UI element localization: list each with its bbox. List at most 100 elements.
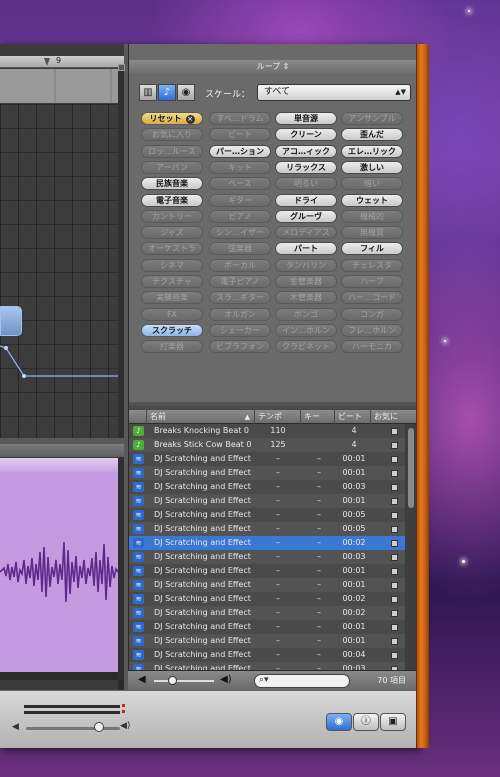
preview-volume-knob[interactable] bbox=[168, 676, 177, 685]
keyword-button[interactable]: グルーヴ bbox=[275, 209, 337, 223]
keyword-button[interactable]: パート bbox=[275, 242, 337, 256]
keyword-button[interactable]: メロディアス bbox=[275, 226, 337, 240]
keyword-button[interactable]: エレ…リック bbox=[341, 144, 403, 158]
keyword-button[interactable]: コンガ bbox=[341, 307, 403, 321]
region-header[interactable] bbox=[0, 458, 118, 472]
track-grid[interactable] bbox=[0, 104, 124, 438]
keyword-button[interactable]: イン…ホルン bbox=[275, 323, 337, 337]
table-row[interactable]: ≋ DJ Scratching and Effect – – 00:04 bbox=[129, 648, 405, 662]
table-row[interactable]: ≋ DJ Scratching and Effect – – 00:02 bbox=[129, 536, 405, 550]
keyword-button[interactable]: ギター bbox=[209, 193, 271, 207]
automation-point[interactable] bbox=[22, 374, 26, 378]
keyword-button[interactable]: 激しい bbox=[341, 160, 403, 174]
keyword-button[interactable]: アーバン bbox=[141, 160, 203, 174]
keyword-button[interactable]: 暗い bbox=[341, 177, 403, 191]
keyword-button[interactable]: 明るい bbox=[275, 177, 337, 191]
automation-point[interactable] bbox=[4, 346, 8, 350]
favorite-checkbox[interactable] bbox=[391, 512, 398, 519]
favorite-checkbox[interactable] bbox=[391, 568, 398, 575]
type-column-header[interactable] bbox=[129, 410, 147, 424]
key-column-header[interactable]: キー bbox=[301, 410, 335, 424]
table-row[interactable]: ≋ DJ Scratching and Effect – – 00:05 bbox=[129, 522, 405, 536]
playhead-marker[interactable] bbox=[44, 58, 50, 66]
keyword-button[interactable]: タンバリン bbox=[275, 258, 337, 272]
keyword-button[interactable]: シン…イザー bbox=[209, 226, 271, 240]
keyword-button[interactable]: キット bbox=[209, 160, 271, 174]
keyword-button[interactable]: アンサンブル bbox=[341, 112, 403, 125]
keyword-button[interactable]: テクスチャ bbox=[141, 275, 203, 288]
automation-curve[interactable] bbox=[0, 344, 124, 384]
keyword-button[interactable]: ピアノ bbox=[209, 209, 271, 223]
keyword-button[interactable]: FX bbox=[141, 307, 203, 321]
keyword-button[interactable]: チェレスタ bbox=[341, 258, 403, 272]
track-lane[interactable] bbox=[0, 69, 124, 103]
waveform-region[interactable] bbox=[0, 472, 119, 672]
keyword-button[interactable]: オルガン bbox=[209, 307, 271, 321]
favorite-checkbox[interactable] bbox=[391, 540, 398, 547]
keyword-button[interactable]: ロッ…ルース bbox=[141, 144, 203, 158]
editor-ruler[interactable] bbox=[0, 444, 124, 458]
keyword-button[interactable]: ビート bbox=[209, 128, 271, 142]
favorite-checkbox[interactable] bbox=[391, 638, 398, 645]
table-row[interactable]: ≋ DJ Scratching and Effect – – 00:01 bbox=[129, 578, 405, 592]
keyword-button[interactable]: お気に入り bbox=[141, 128, 203, 142]
favorite-checkbox[interactable] bbox=[391, 526, 398, 533]
keyword-button[interactable]: リラックス bbox=[275, 160, 337, 174]
preview-volume-slider[interactable] bbox=[154, 680, 214, 682]
keyword-button[interactable]: ハーモニカ bbox=[341, 340, 403, 354]
keyword-button[interactable]: ボーカル bbox=[209, 258, 271, 272]
keyword-button[interactable]: フレ…ホルン bbox=[341, 323, 403, 337]
keyword-button[interactable]: シネマ bbox=[141, 258, 203, 272]
track-editor[interactable] bbox=[0, 444, 124, 690]
keyword-button[interactable]: 実験音楽 bbox=[141, 291, 203, 305]
keyword-button[interactable]: 木管楽器 bbox=[275, 291, 337, 305]
keyword-button[interactable]: オーケストラ bbox=[141, 242, 203, 256]
scale-select[interactable]: すべて ▲▼ bbox=[257, 84, 411, 101]
keyword-button[interactable]: ウェット bbox=[341, 193, 403, 207]
keyword-button[interactable]: カントリー bbox=[141, 209, 203, 223]
table-row[interactable]: ≋ DJ Scratching and Effect – – 00:01 bbox=[129, 620, 405, 634]
keyword-button[interactable]: ハープ bbox=[341, 275, 403, 288]
keyword-button[interactable]: 民族音楽 bbox=[141, 177, 203, 191]
timeline-ruler[interactable]: 9 bbox=[0, 56, 124, 68]
editor-hscrollbar[interactable] bbox=[0, 680, 118, 690]
loop-search-input[interactable]: ⌕▾ bbox=[254, 674, 350, 688]
track-region[interactable] bbox=[0, 306, 22, 336]
keyword-button[interactable]: ボンゴ bbox=[275, 307, 337, 321]
keyword-button[interactable]: 単音源 bbox=[275, 112, 337, 125]
loop-browser-button[interactable]: ◉ bbox=[326, 713, 352, 731]
table-row[interactable]: ≋ DJ Scratching and Effect – – 00:01 bbox=[129, 452, 405, 466]
favorite-checkbox[interactable] bbox=[391, 428, 398, 435]
favorite-checkbox[interactable] bbox=[391, 582, 398, 589]
split-handle[interactable] bbox=[118, 64, 125, 71]
tracks-scrollbar[interactable] bbox=[118, 69, 124, 438]
track-info-button[interactable]: ⓘ bbox=[353, 713, 379, 731]
keyword-button[interactable]: ビブラフォン bbox=[209, 340, 271, 354]
table-row[interactable]: ♪ Breaks Stick Cow Beat 0 125 4 bbox=[129, 438, 405, 452]
keyword-button[interactable]: クリーン bbox=[275, 128, 337, 142]
master-volume-knob[interactable] bbox=[94, 722, 104, 732]
table-row[interactable]: ≋ DJ Scratching and Effect – – 00:03 bbox=[129, 480, 405, 494]
favorite-checkbox[interactable] bbox=[391, 554, 398, 561]
editor-scrollbar[interactable] bbox=[118, 458, 124, 680]
keyword-button[interactable]: 金管楽器 bbox=[275, 275, 337, 288]
table-row[interactable]: ≋ DJ Scratching and Effect – – 00:01 bbox=[129, 494, 405, 508]
keyword-button[interactable]: ハー…コード bbox=[341, 291, 403, 305]
favorite-checkbox[interactable] bbox=[391, 456, 398, 463]
table-row[interactable]: ♪ Breaks Knocking Beat 0 110 4 bbox=[129, 424, 405, 438]
table-row[interactable]: ≋ DJ Scratching and Effect – – 00:03 bbox=[129, 550, 405, 564]
keyword-button[interactable]: スクラッチ bbox=[141, 323, 203, 337]
keyword-button[interactable]: 電子ピアノ bbox=[209, 275, 271, 288]
favorite-checkbox[interactable] bbox=[391, 624, 398, 631]
favorite-checkbox[interactable] bbox=[391, 442, 398, 449]
favorite-column-header[interactable]: お気に bbox=[371, 410, 405, 424]
table-row[interactable]: ≋ DJ Scratching and Effect – – 00:01 bbox=[129, 466, 405, 480]
keyword-button[interactable]: クラビネット bbox=[275, 340, 337, 354]
keyword-button[interactable]: ジャズ bbox=[141, 226, 203, 240]
favorite-checkbox[interactable] bbox=[391, 470, 398, 477]
keyword-button[interactable]: ドライ bbox=[275, 193, 337, 207]
podcast-view-button[interactable]: ◉ bbox=[177, 84, 195, 101]
table-row[interactable]: ≋ DJ Scratching and Effect – – 00:01 bbox=[129, 634, 405, 648]
master-volume-slider[interactable] bbox=[26, 727, 120, 730]
name-column-header[interactable]: 名前 ▲ bbox=[147, 410, 255, 424]
